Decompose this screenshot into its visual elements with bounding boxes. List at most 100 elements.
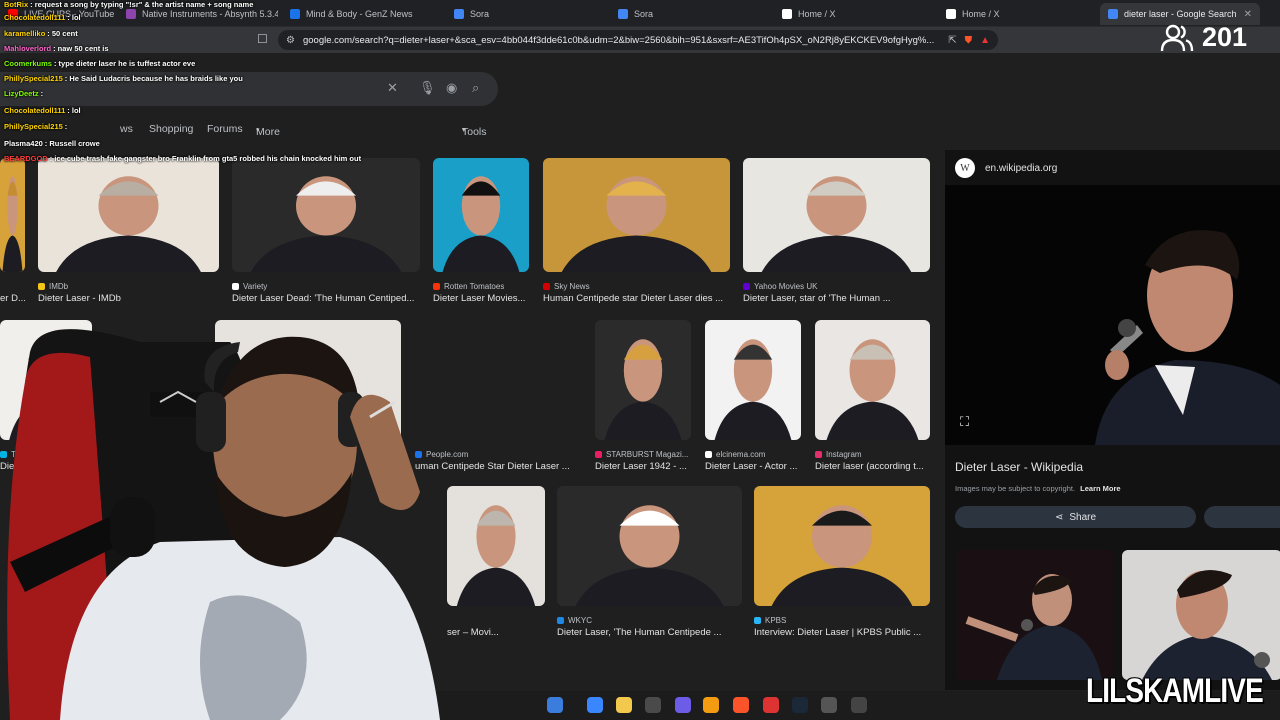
preview-image[interactable]: ⛶ <box>945 185 1280 445</box>
result-source[interactable]: WKYC <box>557 616 592 625</box>
result-source-label: Instagram <box>826 450 862 459</box>
source-favicon-icon <box>815 451 822 458</box>
steam-icon[interactable] <box>792 697 808 713</box>
viewer-count: 201 <box>1202 22 1248 52</box>
result-source[interactable]: elcinema.com <box>705 450 765 459</box>
chevron-down-icon: ▾ <box>256 127 260 134</box>
preview-title[interactable]: Dieter Laser - Wikipedia <box>955 460 1083 474</box>
search-icon[interactable]: ⌕ <box>472 80 479 96</box>
result-thumbnail[interactable] <box>754 486 930 606</box>
address-bar[interactable]: ⚙ google.com/search?q=dieter+laser+&sca_… <box>278 30 998 50</box>
voice-search-icon[interactable]: 🎙 <box>419 80 436 96</box>
browser-tab[interactable]: Home / X <box>774 3 934 25</box>
brave-shield-icon[interactable]: ⛊ <box>965 35 973 46</box>
result-title[interactable]: Interview: Dieter Laser | KPBS Public ..… <box>754 627 921 638</box>
image-result[interactable]: Variety Dieter Laser Dead: 'The Human Cen… <box>232 158 432 306</box>
result-thumbnail[interactable] <box>232 158 420 272</box>
result-source[interactable]: Yahoo Movies UK <box>743 282 817 291</box>
tab-news[interactable]: ws <box>120 123 133 135</box>
result-thumbnail[interactable] <box>543 158 730 272</box>
result-source[interactable]: Rotten Tomatoes <box>433 282 504 291</box>
tab-label: Sora <box>470 9 490 19</box>
browser-tab[interactable]: LIVE CUPS - YouTube <box>0 3 115 25</box>
lens-search-icon[interactable]: ◉ <box>446 80 457 96</box>
share-page-icon[interactable]: ⇱ <box>948 35 956 46</box>
tab-favicon-icon <box>8 9 18 19</box>
result-source[interactable]: Variety <box>232 282 267 291</box>
tab-favicon-icon <box>126 9 136 19</box>
result-source[interactable]: Instagram <box>815 450 862 459</box>
app-icon[interactable] <box>851 697 867 713</box>
app-icon[interactable] <box>821 697 837 713</box>
result-thumbnail[interactable] <box>595 320 691 440</box>
image-result[interactable]: WKYC Dieter Laser, 'The Human Centipede .… <box>557 486 757 640</box>
chat-message: Plasma420: Russell crowe <box>4 139 100 148</box>
rewards-icon[interactable]: ▲ <box>980 35 990 46</box>
search-input[interactable]: ✕ 🎙 ◉ ⌕ <box>0 72 498 106</box>
tab-forums[interactable]: Forums <box>207 123 243 135</box>
site-info-icon[interactable]: ⚙ <box>286 35 295 46</box>
file-explorer-icon[interactable] <box>616 697 632 713</box>
result-title[interactable]: Dieter Laser Movies... <box>433 293 525 304</box>
share-label: Share <box>1069 511 1097 523</box>
tab-favicon-icon <box>1108 9 1118 19</box>
app-icon[interactable] <box>703 697 719 713</box>
bookmark-icon[interactable]: ☐ <box>257 32 268 46</box>
result-title[interactable]: Dieter Laser Dead: 'The Human Centiped..… <box>232 293 414 304</box>
image-result[interactable]: Yahoo Movies UK Dieter Laser, star of 'Th… <box>743 158 935 306</box>
lens-icon[interactable]: ⛶ <box>960 414 969 430</box>
tab-label: Home / X <box>962 9 1000 19</box>
result-title[interactable]: Dieter Laser - Actor ... <box>705 461 797 472</box>
result-source[interactable]: IMDb <box>38 282 68 291</box>
browser-tab[interactable]: Native Instruments - Absynth 5.3.4 <box>118 3 278 25</box>
related-image[interactable] <box>957 550 1113 680</box>
panel-source[interactable]: W en.wikipedia.org <box>955 158 1057 178</box>
browser-tab[interactable]: Sora <box>446 3 606 25</box>
edge-icon[interactable] <box>547 697 563 713</box>
related-image[interactable] <box>1122 550 1280 680</box>
chat-username: Coomerkums <box>4 59 52 68</box>
result-title[interactable]: Dieter Laser - IMDb <box>38 293 121 304</box>
result-thumbnail[interactable] <box>815 320 930 440</box>
share-button[interactable]: ⋖ Share <box>955 506 1196 528</box>
result-source-label: WKYC <box>568 616 592 625</box>
result-title[interactable]: er D... <box>0 293 26 304</box>
image-result[interactable]: IMDb Dieter Laser - IMDb <box>38 158 238 306</box>
chrome-icon[interactable] <box>763 697 779 713</box>
result-title[interactable]: Dieter Laser 1942 - ... <box>595 461 687 472</box>
result-source-label: Variety <box>243 282 268 291</box>
close-tab-icon[interactable]: ✕ <box>1244 9 1252 20</box>
store-icon[interactable] <box>645 697 661 713</box>
save-button[interactable] <box>1204 506 1280 528</box>
copilot-icon[interactable] <box>587 697 603 713</box>
result-title[interactable]: Dieter Laser, star of 'The Human ... <box>743 293 891 304</box>
viewers-icon <box>1160 24 1194 51</box>
result-title[interactable]: Dieter Laser, 'The Human Centipede ... <box>557 627 721 638</box>
result-thumbnail[interactable] <box>557 486 742 606</box>
discord-icon[interactable] <box>675 697 691 713</box>
tab-shopping[interactable]: Shopping <box>149 123 193 135</box>
browser-tab[interactable]: Sora <box>610 3 770 25</box>
brave-icon[interactable] <box>733 697 749 713</box>
result-source[interactable]: KPBS <box>754 616 786 625</box>
source-favicon-icon <box>543 283 550 290</box>
result-thumbnail[interactable] <box>38 158 219 272</box>
search-filter-bar: ws Shopping Forums More ▾ Tools ▾ <box>0 120 500 138</box>
panel-source-label: en.wikipedia.org <box>985 162 1058 174</box>
learn-more-link[interactable]: Learn More <box>1080 484 1120 493</box>
result-thumbnail[interactable] <box>743 158 930 272</box>
result-source[interactable]: Sky News <box>543 282 590 291</box>
result-thumbnail[interactable] <box>0 158 25 272</box>
result-title[interactable]: Human Centipede star Dieter Laser dies .… <box>543 293 723 304</box>
image-result[interactable]: KPBS Interview: Dieter Laser | KPBS Publi… <box>754 486 935 640</box>
result-source[interactable]: STARBURST Magazi... <box>595 450 688 459</box>
image-result[interactable]: Sky News Human Centipede star Dieter Lase… <box>543 158 743 306</box>
clear-search-icon[interactable]: ✕ <box>387 80 398 96</box>
chevron-down-icon: ▾ <box>462 127 466 134</box>
result-thumbnail[interactable] <box>433 158 529 272</box>
image-result[interactable]: Instagram Dieter laser (according t... <box>815 320 935 474</box>
browser-tab[interactable]: Home / X <box>938 3 1098 25</box>
browser-tab[interactable]: Mind & Body - GenZ News <box>282 3 442 25</box>
result-title[interactable]: Dieter laser (according t... <box>815 461 924 472</box>
result-thumbnail[interactable] <box>705 320 801 440</box>
